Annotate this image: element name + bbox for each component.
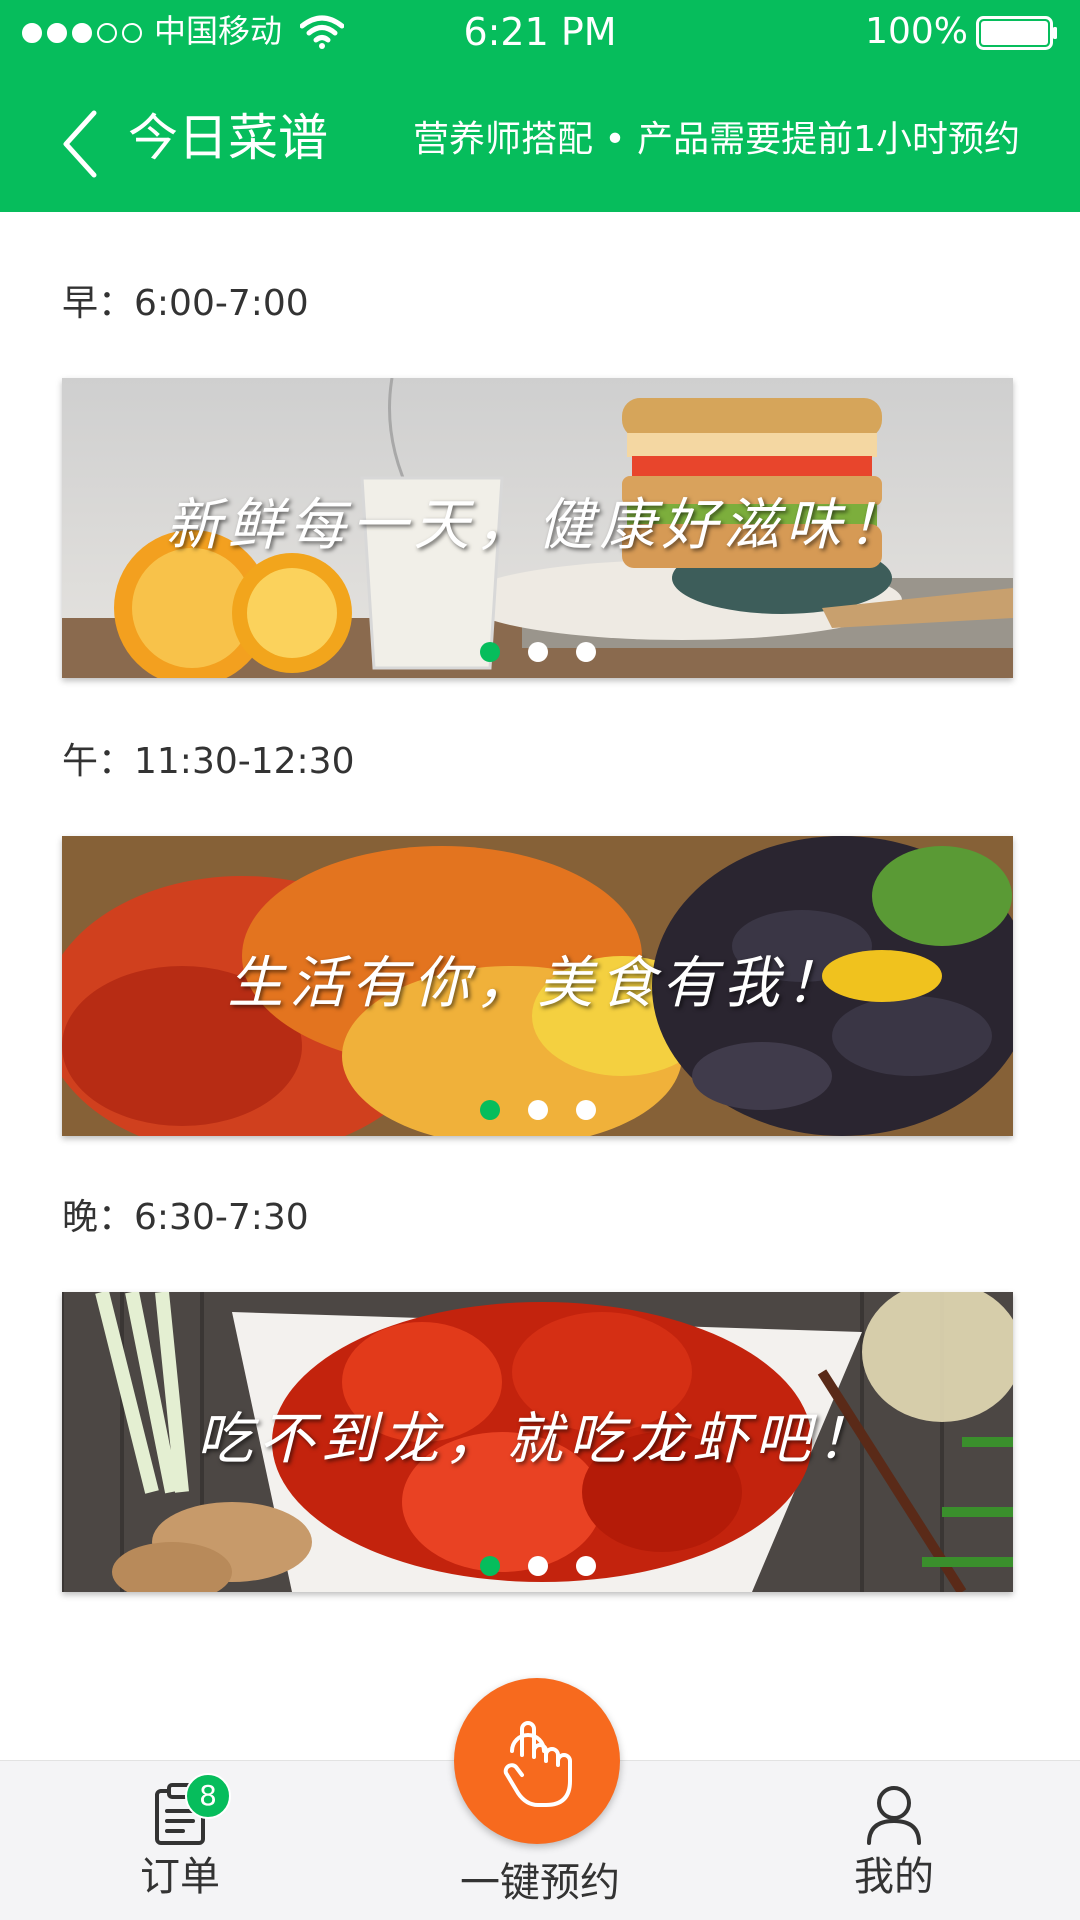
- meal-section-lunch: 午：11:30-12:30 生活有你，美食有我！: [62, 740, 1013, 1136]
- meal-section-dinner: 晚：6:30-7:30 吃不到龙，就吃龙虾吧！: [62, 1196, 1013, 1592]
- banner-caption: 生活有你，美食有我！: [227, 951, 848, 1016]
- orders-count-badge: 8: [185, 1773, 231, 1819]
- carousel-dot-2[interactable]: [527, 642, 548, 662]
- battery-percentage: 100%: [865, 11, 968, 52]
- chevron-left-icon: [63, 110, 97, 178]
- navigation-bar: 今日菜谱 营养师搭配 • 产品需要提前1小时预约: [0, 66, 1080, 212]
- meal-time-label: 午：11:30-12:30: [62, 741, 355, 782]
- meal-banner-lunch[interactable]: 生活有你，美食有我！: [62, 836, 1013, 1136]
- carousel-dot-3[interactable]: [575, 642, 596, 662]
- back-button[interactable]: [50, 104, 110, 184]
- meal-time-label: 早：6:00-7:00: [62, 283, 309, 324]
- carousel-dot-2[interactable]: [527, 1556, 548, 1576]
- status-bar: 中国移动 6:21 PM 100%: [0, 0, 1080, 66]
- user-icon: [863, 1781, 925, 1847]
- carousel-dot-3[interactable]: [575, 1100, 596, 1120]
- tab-label: 我的: [854, 1854, 934, 1900]
- carousel-dot-1[interactable]: [479, 1100, 500, 1120]
- carousel-dots[interactable]: [62, 642, 1013, 662]
- carousel-dot-1[interactable]: [479, 642, 500, 662]
- carousel-dot-2[interactable]: [527, 1100, 548, 1120]
- meal-time-label: 晚：6:30-7:30: [62, 1197, 309, 1238]
- tap-hand-icon: [503, 1721, 572, 1807]
- tab-orders[interactable]: 8 订单: [70, 1761, 290, 1920]
- battery-icon: [976, 16, 1057, 50]
- tab-label: 一键预约: [460, 1860, 620, 1906]
- carousel-dots[interactable]: [62, 1556, 1013, 1576]
- tab-label: 订单: [140, 1854, 220, 1900]
- meal-banner-breakfast[interactable]: 新鲜每一天，健康好滋味！: [62, 378, 1013, 678]
- clipboard-icon: 8: [149, 1773, 231, 1847]
- page-subtitle: 营养师搭配 • 产品需要提前1小时预约: [412, 119, 1020, 160]
- banner-caption: 新鲜每一天，健康好滋味！: [165, 493, 910, 558]
- carousel-dot-1[interactable]: [479, 1556, 500, 1576]
- tab-profile[interactable]: 我的: [784, 1761, 1004, 1920]
- app-header: 中国移动 6:21 PM 100% 今日菜谱 营养师搭配 • 产品需要提前1小时…: [0, 0, 1080, 212]
- carousel-dots[interactable]: [62, 1100, 1013, 1120]
- meal-section-breakfast: 早：6:00-7:00 新鲜每一天，健康好滋味！: [62, 282, 1013, 678]
- carousel-dot-3[interactable]: [575, 1556, 596, 1576]
- banner-caption: 吃不到龙，就吃龙虾吧！: [196, 1407, 879, 1472]
- meal-banner-dinner[interactable]: 吃不到龙，就吃龙虾吧！: [62, 1292, 1013, 1592]
- one-click-booking-button[interactable]: [454, 1678, 620, 1844]
- screen: 中国移动 6:21 PM 100% 今日菜谱 营养师搭配 • 产品需要提前1小时…: [0, 0, 1080, 1920]
- page-title: 今日菜谱: [128, 109, 328, 167]
